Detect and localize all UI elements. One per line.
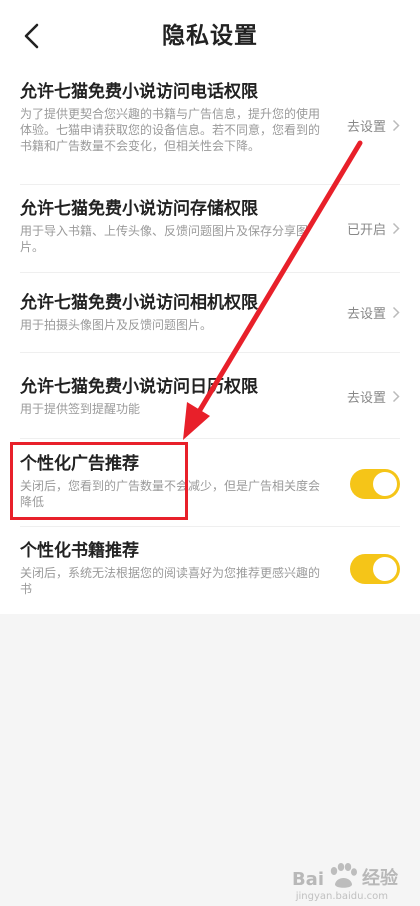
action-label: 去设置 — [346, 120, 386, 135]
permission-row-calendar[interactable]: 允许七猫免费小说访问日历权限 用于提供签到提醒功能 去设置 — [20, 375, 400, 417]
calendar-permission-action[interactable]: 去设置 — [347, 387, 400, 406]
page-title: 隐私设置 — [162, 23, 258, 49]
permission-title: 允许七猫免费小说访问相机权限 — [20, 293, 258, 313]
action-label: 已开启 — [346, 223, 386, 238]
privacy-settings-page: 隐私设置 允许七猫免费小说访问电话权限 为了提供更契合您兴趣的书籍与广告信息，提… — [0, 0, 420, 614]
permission-row-camera[interactable]: 允许七猫免费小说访问相机权限 用于拍摄头像图片及反馈问题图片。 去设置 — [20, 291, 400, 333]
divider — [20, 184, 400, 185]
permission-desc: 用于拍摄头像图片及反馈问题图片。 — [20, 318, 213, 332]
phone-permission-action[interactable]: 去设置 — [347, 116, 400, 135]
action-label: 去设置 — [346, 391, 386, 406]
chevron-right-icon — [392, 306, 400, 319]
toggle-desc: 关闭后，系统无法根据您的阅读喜好为您推荐更感兴趣的书 — [20, 566, 321, 596]
toggle-knob — [373, 557, 397, 581]
permission-desc: 用于提供签到提醒功能 — [20, 402, 141, 416]
watermark-url: jingyan.baidu.com — [295, 891, 388, 902]
chevron-right-icon — [392, 390, 400, 403]
permission-title: 允许七猫免费小说访问电话权限 — [20, 82, 258, 102]
action-label: 去设置 — [346, 307, 386, 322]
permission-desc: 用于导入书籍、上传头像、反馈问题图片及保存分享图片。 — [20, 224, 309, 254]
storage-permission-action[interactable]: 已开启 — [347, 219, 400, 238]
watermark-brand-right: 经验 — [362, 868, 398, 889]
toggle-title: 个性化书籍推荐 — [20, 541, 139, 561]
toggle-row-personalized-books: 个性化书籍推荐 关闭后，系统无法根据您的阅读喜好为您推荐更感兴趣的书 — [20, 539, 400, 597]
permission-title: 允许七猫免费小说访问存储权限 — [20, 199, 258, 219]
divider — [20, 352, 400, 353]
watermark-brand-left: Bai — [291, 869, 324, 890]
personalized-ads-toggle[interactable] — [350, 469, 400, 499]
baidu-watermark: Bai 经验 jingyan.baidu.com — [291, 862, 398, 902]
personalized-books-toggle[interactable] — [350, 554, 400, 584]
header: 隐私设置 — [0, 0, 420, 72]
chevron-right-icon — [392, 119, 400, 132]
chevron-right-icon — [392, 222, 400, 235]
toggle-knob — [373, 472, 397, 496]
camera-permission-action[interactable]: 去设置 — [347, 303, 400, 322]
highlight-box — [10, 442, 188, 520]
divider — [20, 272, 400, 273]
paw-logo-icon — [330, 863, 357, 888]
permission-title: 允许七猫免费小说访问日历权限 — [20, 377, 258, 397]
permission-row-phone[interactable]: 允许七猫免费小说访问电话权限 为了提供更契合您兴趣的书籍与广告信息，提升您的使用… — [20, 80, 400, 154]
permission-row-storage[interactable]: 允许七猫免费小说访问存储权限 用于导入书籍、上传头像、反馈问题图片及保存分享图片… — [20, 197, 400, 255]
divider — [20, 438, 400, 439]
divider — [20, 526, 400, 527]
permission-desc: 为了提供更契合您兴趣的书籍与广告信息，提升您的使用体验。七猫申请获取您的设备信息… — [20, 107, 321, 153]
